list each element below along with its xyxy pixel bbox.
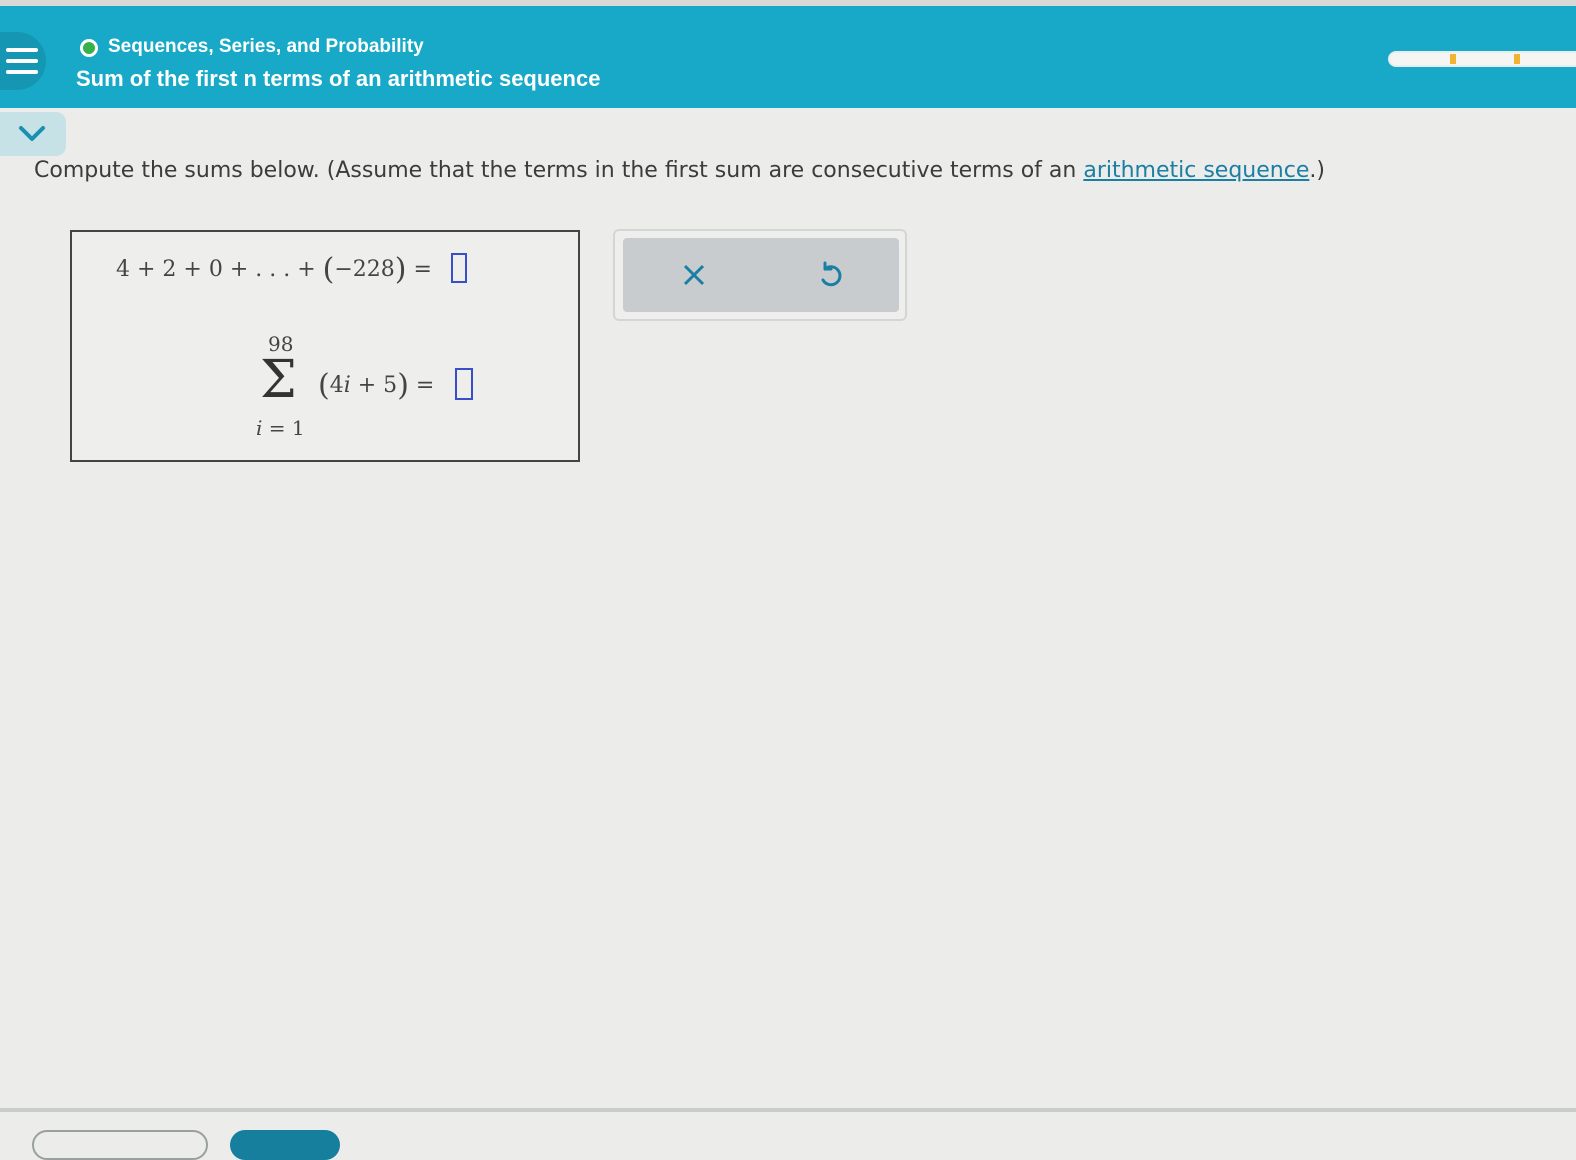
collapse-toggle-button[interactable]	[0, 112, 66, 156]
status-circle-icon	[80, 39, 98, 57]
action-buttons	[623, 238, 899, 312]
footer-secondary-button[interactable]	[32, 1130, 208, 1160]
undo-icon	[821, 261, 842, 287]
chevron-down-icon	[19, 126, 45, 141]
term-coefficient: 4	[329, 373, 344, 398]
menu-icon-bar	[6, 70, 38, 74]
close-icon	[683, 264, 705, 286]
equals-sign: =	[415, 373, 435, 398]
equation-1: 4 + 2 + 0 + . . . + (−228) =	[116, 252, 467, 287]
menu-button[interactable]	[0, 32, 46, 90]
progress-track	[1390, 53, 1576, 65]
action-panel	[613, 229, 907, 321]
equals-sign: =	[413, 257, 432, 282]
progress-marker	[1450, 54, 1456, 64]
equation-2: (4i + 5) =	[318, 368, 474, 403]
footer-divider	[0, 1108, 1576, 1112]
sigma-symbol: Σ	[260, 350, 297, 410]
menu-icon-bar	[6, 59, 38, 63]
lower-limit-value: = 1	[262, 416, 305, 440]
answer-input-1[interactable]	[450, 253, 467, 283]
page-title: Sum of the first n terms of an arithmeti…	[76, 66, 601, 91]
equation-1-lhs: 4 + 2 + 0 + . . . +	[116, 257, 323, 282]
clear-button[interactable]	[679, 260, 709, 290]
question-prompt: Compute the sums below. (Assume that the…	[34, 158, 1325, 183]
prompt-text: Compute the sums below. (Assume that the…	[34, 158, 1084, 183]
term-constant: + 5	[350, 373, 398, 398]
arithmetic-sequence-link[interactable]: arithmetic sequence	[1083, 158, 1309, 183]
prompt-text-end: .)	[1309, 158, 1325, 183]
equation-1-last-term: −228	[334, 257, 395, 282]
undo-button[interactable]	[815, 260, 845, 290]
progress-bar	[1388, 51, 1576, 67]
sum-lower-limit: i = 1	[256, 416, 305, 440]
progress-marker	[1514, 54, 1520, 64]
term-variable: i	[343, 373, 351, 398]
topic-header: Sequences, Series, and Probability Sum o…	[0, 6, 1576, 108]
footer-primary-button[interactable]	[230, 1130, 340, 1160]
topic-label: Sequences, Series, and Probability	[108, 36, 424, 57]
answer-input-2[interactable]	[455, 368, 474, 400]
menu-icon-bar	[6, 48, 38, 52]
math-answer-box: 4 + 2 + 0 + . . . + (−228) = 98 Σ i = 1 …	[70, 230, 580, 462]
